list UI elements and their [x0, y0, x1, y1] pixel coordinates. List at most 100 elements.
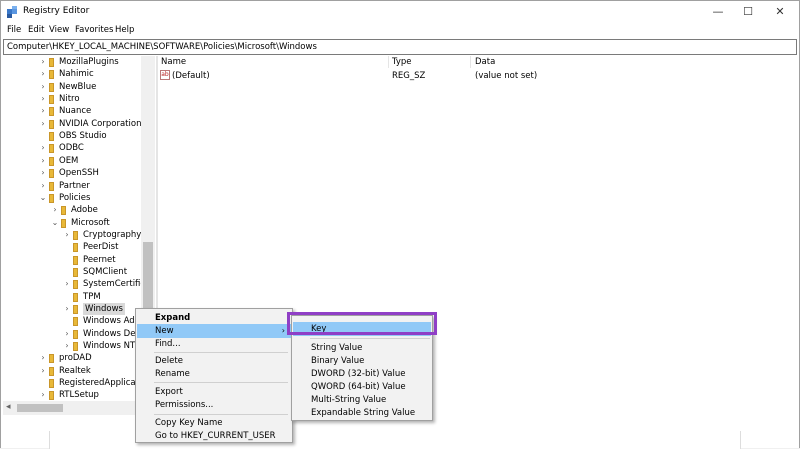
tree-item[interactable]: ⌄ Microsoft	[3, 217, 155, 229]
chevron-right-icon[interactable]: ›	[39, 180, 47, 192]
tree-item-label: TPM	[83, 291, 101, 302]
folder-icon	[49, 379, 54, 389]
context-menu-item[interactable]: Go to HKEY_CURRENT_USER	[137, 429, 291, 443]
tree-item-label: Microsoft	[71, 217, 110, 228]
context-menu-item[interactable]: Rename	[137, 367, 291, 381]
minimize-button[interactable]: —	[701, 1, 735, 23]
tree-item[interactable]: TPM	[3, 291, 155, 303]
horizontal-scroll-thumb[interactable]	[17, 404, 63, 412]
chevron-right-icon[interactable]: ›	[63, 278, 71, 290]
submenu-item[interactable]: Binary Value	[293, 354, 431, 368]
tree-item[interactable]: › OpenSSH	[3, 167, 155, 179]
chevron-right-icon[interactable]: ›	[39, 93, 47, 105]
chevron-right-icon[interactable]: ›	[39, 155, 47, 167]
submenu-label: Binary Value	[311, 356, 365, 366]
tree-item[interactable]: › Adobe	[3, 204, 155, 216]
chevron-down-icon[interactable]: ⌄	[39, 192, 47, 204]
registry-editor-icon	[7, 6, 17, 18]
column-header-name[interactable]: Name	[161, 57, 186, 67]
chevron-down-icon[interactable]: ⌄	[51, 217, 59, 229]
tree-item[interactable]: › OEM	[3, 155, 155, 167]
submenu-label: QWORD (64-bit) Value	[311, 382, 406, 392]
chevron-right-icon[interactable]: ›	[63, 328, 71, 340]
tree-item[interactable]: RegisteredApplications	[3, 377, 155, 389]
menu-edit[interactable]: Edit	[28, 25, 44, 35]
context-menu-item[interactable]: New ›	[137, 324, 291, 338]
folder-icon	[73, 292, 78, 302]
tree-item[interactable]: › NVIDIA Corporation	[3, 118, 155, 130]
submenu-item[interactable]: QWORD (64-bit) Value	[293, 380, 431, 394]
tree-item[interactable]: › Realtek	[3, 365, 155, 377]
tree-item[interactable]: PeerDist	[3, 241, 155, 253]
context-menu-item[interactable]: Export	[137, 385, 291, 399]
tree-item-label: SQMClient	[83, 266, 128, 277]
menu-help[interactable]: Help	[115, 25, 134, 35]
address-bar[interactable]: Computer\HKEY_LOCAL_MACHINE\SOFTWARE\Pol…	[3, 39, 797, 55]
tree-item[interactable]: ›Windows Defender	[3, 328, 155, 340]
chevron-right-icon[interactable]: ›	[63, 303, 71, 315]
chevron-right-icon[interactable]: ›	[39, 118, 47, 130]
tree-item-label: OEM	[59, 155, 79, 166]
tree-item-label: proDAD	[59, 353, 92, 364]
context-menu-item[interactable]: Permissions...	[137, 398, 291, 412]
context-menu-item[interactable]: Copy Key Name	[137, 416, 291, 430]
folder-icon	[49, 156, 54, 166]
chevron-right-icon[interactable]: ›	[51, 204, 59, 216]
tree-item[interactable]: SQMClient	[3, 266, 155, 278]
chevron-right-icon[interactable]: ›	[39, 68, 47, 80]
menu-separator	[154, 414, 288, 415]
value-data: (value not set)	[475, 71, 538, 81]
title-bar[interactable]: Registry Editor — ☐ ✕	[1, 1, 799, 23]
context-menu-item[interactable]: Delete	[137, 354, 291, 368]
folder-icon	[73, 317, 78, 327]
submenu-item[interactable]: DWORD (32-bit) Value	[293, 367, 431, 381]
tree-item[interactable]: › Windows	[3, 303, 155, 315]
column-divider[interactable]	[470, 56, 471, 68]
tree-item[interactable]: › Partner	[3, 180, 155, 192]
column-header-type[interactable]: Type	[392, 57, 412, 67]
menu-view[interactable]: View	[49, 25, 69, 35]
tree-item[interactable]: OBS Studio	[3, 130, 155, 142]
tree-item[interactable]: › Nitro	[3, 93, 155, 105]
tree-item[interactable]: › proDAD	[3, 352, 155, 364]
tree-item[interactable]: › MozillaPlugins	[3, 56, 155, 68]
tree-item[interactable]: › RTLSetup	[3, 389, 155, 401]
chevron-right-icon[interactable]: ›	[39, 142, 47, 154]
tree-item[interactable]: › Windows NT	[3, 340, 155, 352]
folder-icon	[49, 366, 54, 376]
close-button[interactable]: ✕	[763, 1, 797, 23]
context-menu-item[interactable]: Find...	[137, 337, 291, 351]
chevron-right-icon[interactable]: ›	[39, 105, 47, 117]
scroll-left-icon[interactable]: ◂	[6, 402, 11, 412]
submenu-item[interactable]: String Value	[293, 341, 431, 355]
tree-item[interactable]: › NewBlue	[3, 81, 155, 93]
chevron-right-icon[interactable]: ›	[39, 81, 47, 93]
chevron-right-icon[interactable]: ›	[63, 340, 71, 352]
tree-item-label: ODBC	[59, 143, 84, 154]
chevron-right-icon[interactable]: ›	[39, 167, 47, 179]
tree-item[interactable]: Windows Advanced Threat Protection	[3, 315, 155, 327]
tree-item[interactable]: Peernet	[3, 254, 155, 266]
tree-item[interactable]: › Nuance	[3, 105, 155, 117]
submenu-arrow-icon: ›	[281, 326, 285, 335]
submenu-item[interactable]: Multi-String Value	[293, 393, 431, 407]
chevron-right-icon[interactable]: ›	[39, 389, 47, 401]
tree-item[interactable]: › Cryptography	[3, 229, 155, 241]
chevron-right-icon[interactable]: ›	[63, 229, 71, 241]
tree-item[interactable]: ›SystemCertificates	[3, 278, 155, 290]
menu-file[interactable]: File	[7, 25, 21, 35]
chevron-right-icon[interactable]: ›	[39, 56, 47, 68]
tree-horizontal-scrollbar[interactable]: ◂	[3, 401, 155, 415]
tree-item[interactable]: › Nahimic	[3, 68, 155, 80]
context-menu-item[interactable]: Expand	[137, 311, 291, 325]
maximize-button[interactable]: ☐	[731, 1, 765, 23]
column-header-data[interactable]: Data	[475, 57, 495, 67]
submenu-item[interactable]: Expandable String Value	[293, 406, 431, 420]
tree-item[interactable]: ⌄ Policies	[3, 192, 155, 204]
chevron-right-icon[interactable]: ›	[39, 365, 47, 377]
column-divider[interactable]	[388, 56, 389, 68]
folder-icon	[73, 267, 78, 277]
menu-favorites[interactable]: Favorites	[75, 25, 113, 35]
tree-item[interactable]: › ODBC	[3, 142, 155, 154]
chevron-right-icon[interactable]: ›	[39, 352, 47, 364]
